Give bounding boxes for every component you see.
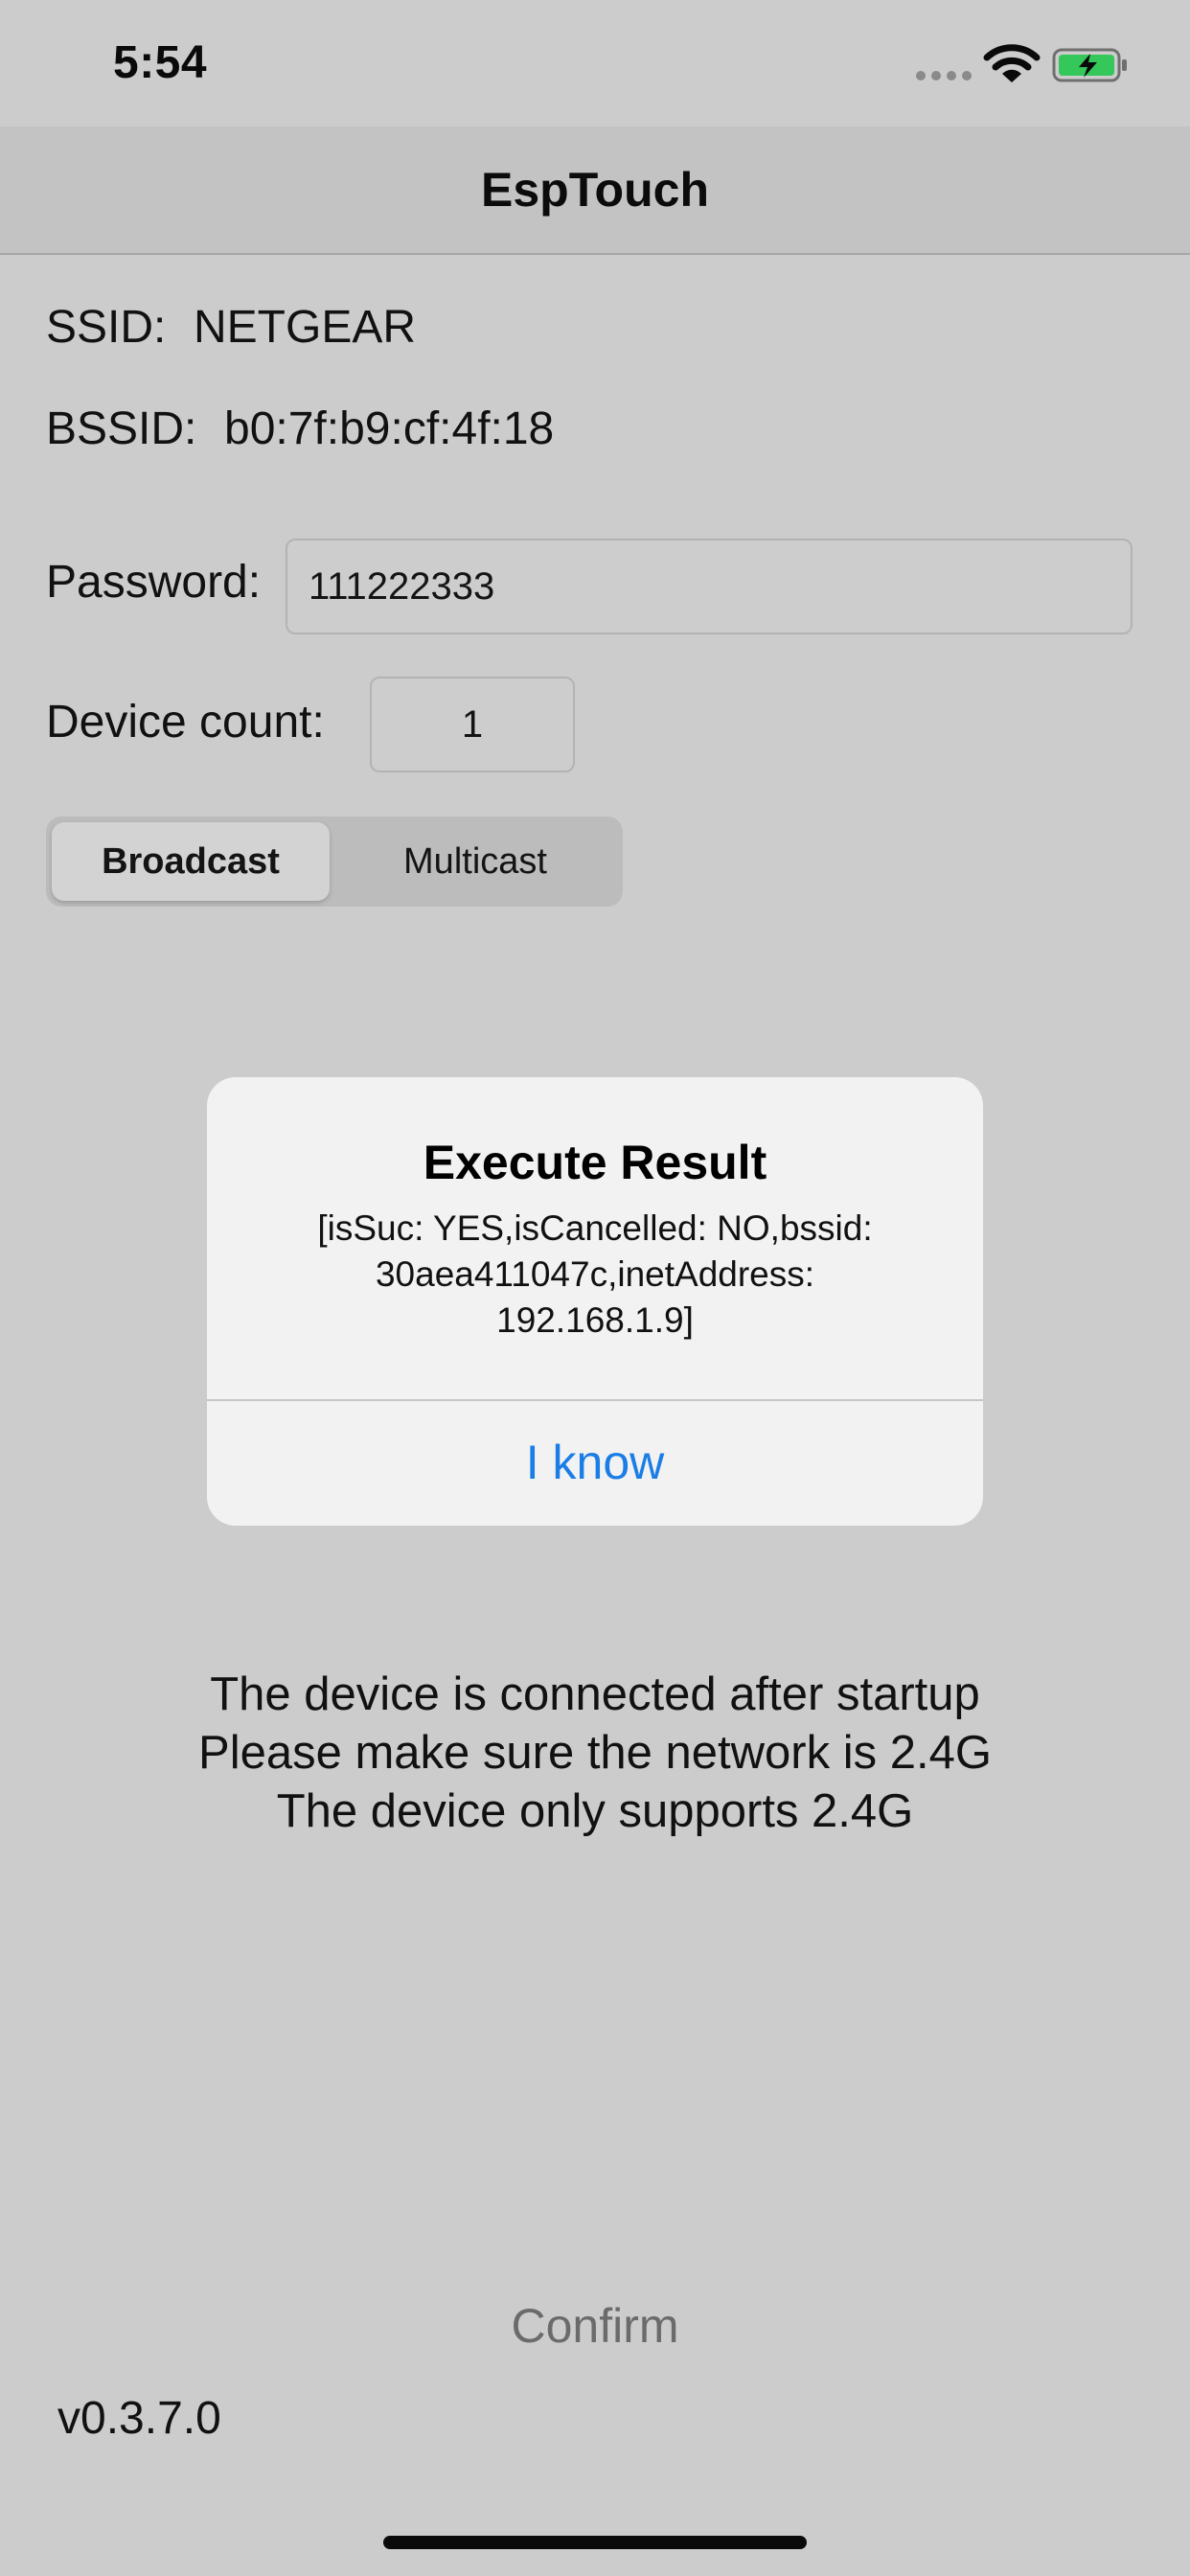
password-label: Password:	[46, 557, 262, 608]
wifi-icon	[983, 44, 1041, 82]
network-notice: The device is connected after startup Pl…	[0, 1666, 1190, 1841]
password-input[interactable]: 111222333	[286, 539, 1133, 634]
ssid-label: SSID:	[46, 302, 167, 353]
alert-message-line: 30aea411047c,inetAddress:	[375, 1254, 815, 1294]
version-label: v0.3.7.0	[57, 2393, 221, 2444]
i-know-button[interactable]: I know	[207, 1401, 983, 1526]
navigation-bar: EspTouch	[0, 126, 1190, 255]
home-indicator	[383, 2536, 807, 2549]
status-bar: 5:54	[0, 0, 1190, 126]
notice-line: Please make sure the network is 2.4G	[198, 1727, 992, 1779]
bssid-label: BSSID:	[46, 403, 197, 454]
device-count-label: Device count:	[46, 697, 325, 748]
battery-charging-icon	[1052, 48, 1127, 82]
page-title: EspTouch	[481, 163, 709, 217]
execute-result-alert: Execute Result [isSuc: YES,isCancelled: …	[207, 1077, 983, 1526]
alert-message-line: 192.168.1.9]	[496, 1300, 694, 1340]
alert-message: [isSuc: YES,isCancelled: NO,bssid: 30aea…	[255, 1206, 935, 1344]
confirm-button[interactable]: Confirm	[403, 2290, 787, 2361]
bssid-value: b0:7f:b9:cf:4f:18	[224, 403, 555, 454]
cellular-dots-icon	[916, 71, 972, 80]
segment-broadcast[interactable]: Broadcast	[52, 822, 330, 901]
device-count-input[interactable]: 1	[370, 677, 575, 772]
notice-line: The device is connected after startup	[210, 1668, 980, 1720]
alert-message-line: [isSuc: YES,isCancelled: NO,bssid:	[317, 1208, 873, 1248]
mode-segmented-control: Broadcast Multicast	[46, 816, 623, 907]
segment-multicast[interactable]: Multicast	[333, 822, 617, 901]
notice-line: The device only supports 2.4G	[276, 1785, 914, 1837]
status-time: 5:54	[113, 37, 208, 88]
ssid-value: NETGEAR	[194, 302, 417, 353]
alert-title: Execute Result	[423, 1136, 767, 1189]
